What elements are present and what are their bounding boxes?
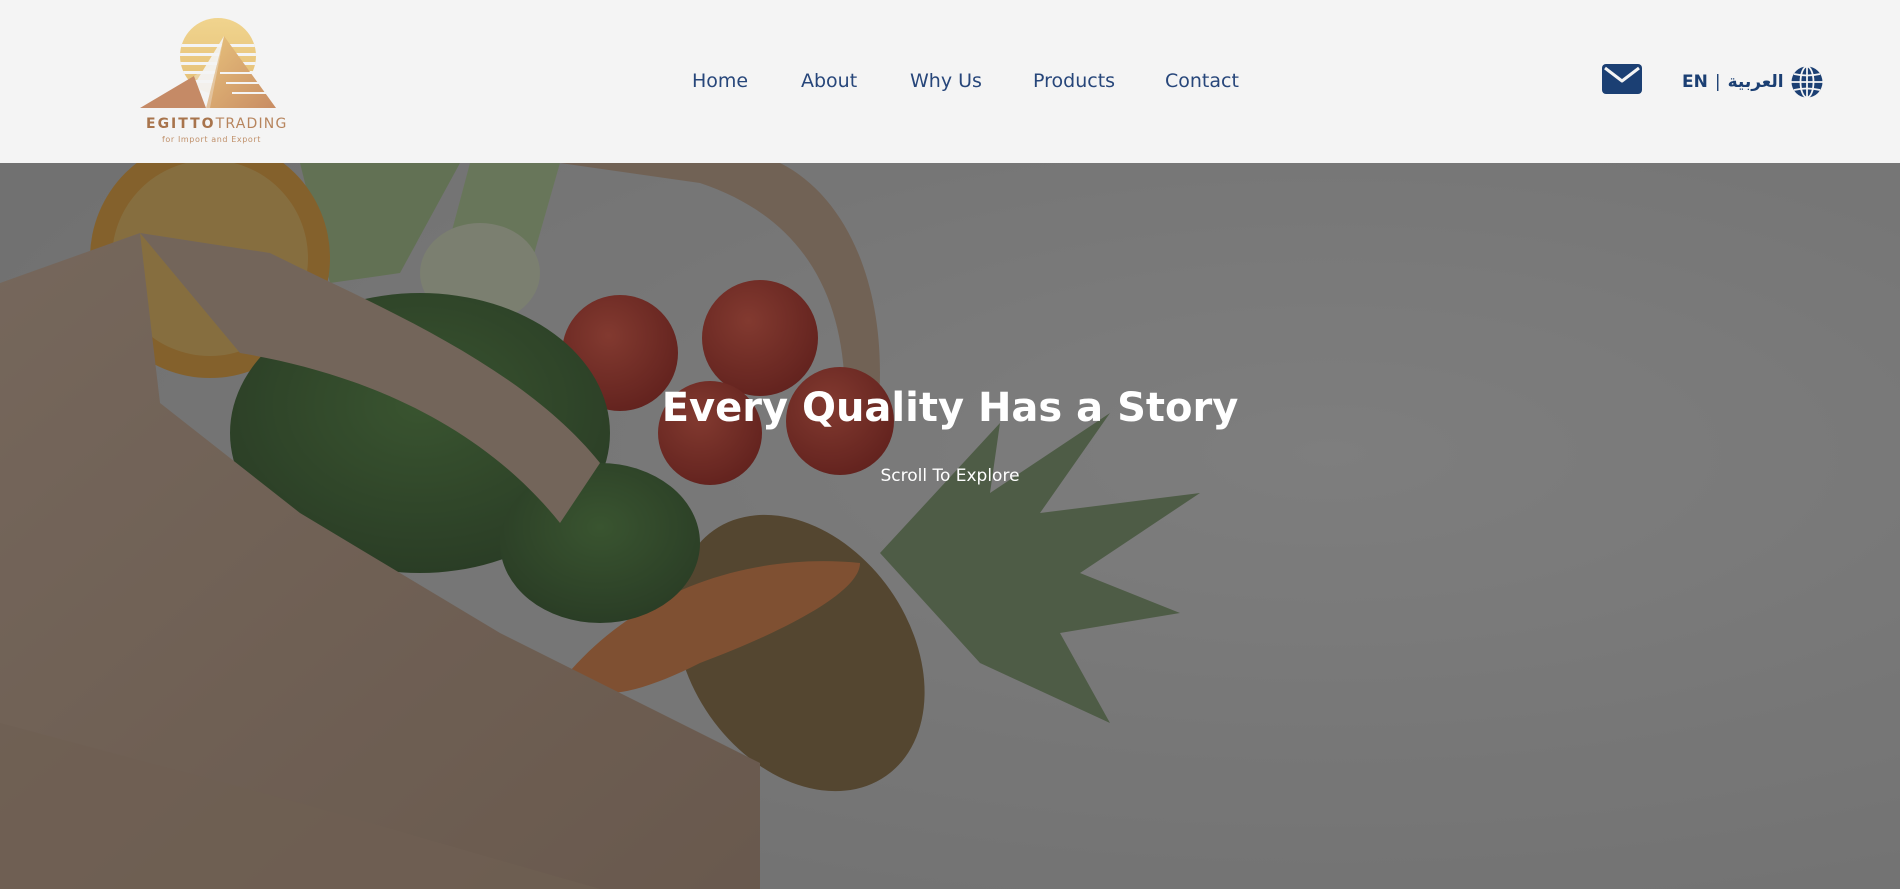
globe-icon[interactable] [1790,65,1824,99]
nav-item-products[interactable]: Products [1033,70,1115,92]
lang-ar-option[interactable]: العربية [1728,72,1784,92]
hero-section: Every Quality Has a Story Scroll To Expl… [0,163,1900,889]
scroll-to-explore-link[interactable]: Scroll To Explore [0,466,1900,486]
brand-name-light: TRADING [215,116,288,132]
envelope-icon[interactable] [1602,64,1642,94]
site-header: EGITTOTRADING for Import and Export Home… [0,0,1900,163]
brand-tagline: for Import and Export [162,135,262,144]
lang-separator: | [1714,72,1721,92]
hero-title: Every Quality Has a Story [661,385,1239,431]
brand-name: EGITTOTRADING [146,116,288,132]
nav-item-why-us[interactable]: Why Us [910,70,982,92]
nav-item-home[interactable]: Home [692,70,748,92]
nav-item-about[interactable]: About [801,70,857,92]
lang-en-option[interactable]: EN [1682,72,1708,92]
brand-name-bold: EGITTO [146,116,216,132]
hero-overlay [0,163,1900,889]
nav-item-contact[interactable]: Contact [1165,70,1239,92]
language-switcher: EN | العربية [1682,65,1824,99]
